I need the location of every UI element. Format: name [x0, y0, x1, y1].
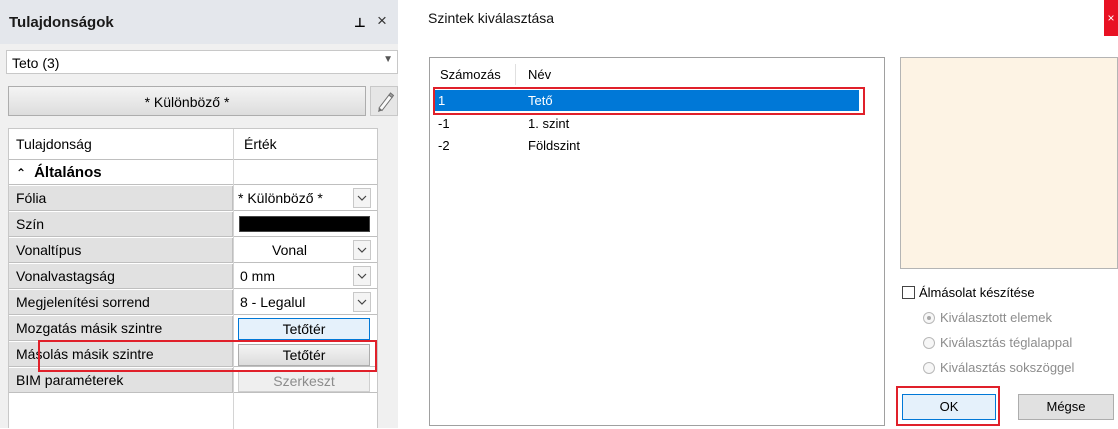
row-value[interactable]: * Különböző *: [234, 186, 377, 211]
row-value[interactable]: 8 - Legalul: [234, 290, 377, 315]
row-label: Vonaltípus: [9, 238, 233, 263]
row-label: Fólia: [9, 186, 233, 211]
row-value[interactable]: Vonal: [234, 238, 377, 263]
row-label: Mozgatás másik szintre: [9, 316, 233, 341]
radio-label: Kiválasztott elemek: [940, 310, 1052, 325]
level-preview: [900, 57, 1118, 269]
radio-rectangle[interactable]: [923, 337, 935, 349]
chevron-down-icon: [357, 195, 367, 201]
move-level-button[interactable]: Tetőtér: [238, 318, 370, 340]
row-value[interactable]: 0 mm: [234, 264, 377, 289]
section-label: ⌃ Általános: [9, 160, 233, 185]
dropdown-button[interactable]: [353, 292, 371, 312]
pencil-icon: [378, 92, 395, 112]
row-value: Tetőtér: [234, 316, 377, 341]
col-value: Érték: [234, 129, 377, 160]
panel-title: Tulajdonságok: [9, 14, 114, 31]
collapse-icon: ⌃: [16, 166, 27, 180]
multi-value-label: * Különböző *: [144, 94, 230, 110]
edit-button[interactable]: [370, 86, 398, 116]
radio-polygon[interactable]: [923, 362, 935, 374]
radio-selected-elements[interactable]: [923, 312, 935, 324]
chevron-down-icon: ▼: [383, 54, 393, 65]
row-vonaltipus[interactable]: Vonaltípus Vonal: [9, 238, 377, 264]
mirror-copy-checkbox[interactable]: [902, 286, 915, 299]
list-item[interactable]: -2 Földszint: [435, 135, 859, 156]
row-folia[interactable]: Fólia * Különböző *: [9, 186, 377, 212]
row-mozgatas[interactable]: Mozgatás másik szintre Tetőtér: [9, 316, 377, 342]
section-general[interactable]: ⌃ Általános: [9, 160, 377, 186]
multi-value-button[interactable]: * Különböző *: [8, 86, 366, 116]
highlight-ok: [896, 386, 1000, 426]
panel-header: Tulajdonságok ⊥ ×: [0, 0, 398, 44]
dropdown-button[interactable]: [353, 240, 371, 260]
list-header-separator: [515, 64, 516, 85]
chevron-down-icon: [357, 299, 367, 305]
radio-dot: [927, 316, 931, 320]
dropdown-button[interactable]: [353, 266, 371, 286]
col-number: Számozás: [440, 67, 501, 82]
properties-panel: Tulajdonságok ⊥ × Teto (3) ▼ * Különböző…: [0, 0, 398, 429]
bim-edit-button[interactable]: Szerkeszt: [238, 370, 370, 392]
section-value: [234, 160, 377, 185]
highlight-selected-level: [433, 87, 865, 115]
highlight-move-row: [38, 340, 377, 372]
close-icon[interactable]: ×: [1104, 0, 1118, 36]
object-selector-value: Teto (3): [12, 55, 60, 71]
cancel-button[interactable]: Mégse: [1018, 394, 1114, 420]
dropdown-button[interactable]: [353, 188, 371, 208]
chevron-down-icon: [357, 247, 367, 253]
color-swatch[interactable]: [239, 216, 370, 232]
row-vonalvastagsag[interactable]: Vonalvastagság 0 mm: [9, 264, 377, 290]
col-property: Tulajdonság: [9, 129, 233, 160]
row-label: Szín: [9, 212, 233, 237]
col-name: Név: [528, 67, 552, 82]
pin-icon[interactable]: ⊥: [354, 15, 366, 31]
property-grid: Tulajdonság Érték ⌃ Általános Fólia * Kül…: [8, 128, 378, 429]
mirror-copy-label: Álmásolat készítése: [919, 285, 1035, 300]
row-label: Megjelenítési sorrend: [9, 290, 233, 315]
radio-label: Kiválasztás téglalappal: [940, 335, 1073, 350]
radio-label: Kiválasztás sokszöggel: [940, 360, 1075, 375]
row-value[interactable]: [234, 212, 377, 237]
close-icon[interactable]: ×: [377, 11, 387, 31]
grid-header: Tulajdonság Érték: [9, 129, 377, 160]
row-megjelenitesi-sorrend[interactable]: Megjelenítési sorrend 8 - Legalul: [9, 290, 377, 316]
object-selector[interactable]: Teto (3) ▼: [6, 50, 398, 74]
row-szin[interactable]: Szín: [9, 212, 377, 238]
chevron-down-icon: [357, 273, 367, 279]
row-label: Vonalvastagság: [9, 264, 233, 289]
dialog-title: Szintek kiválasztása: [428, 10, 555, 26]
list-item[interactable]: -1 1. szint: [435, 113, 859, 134]
